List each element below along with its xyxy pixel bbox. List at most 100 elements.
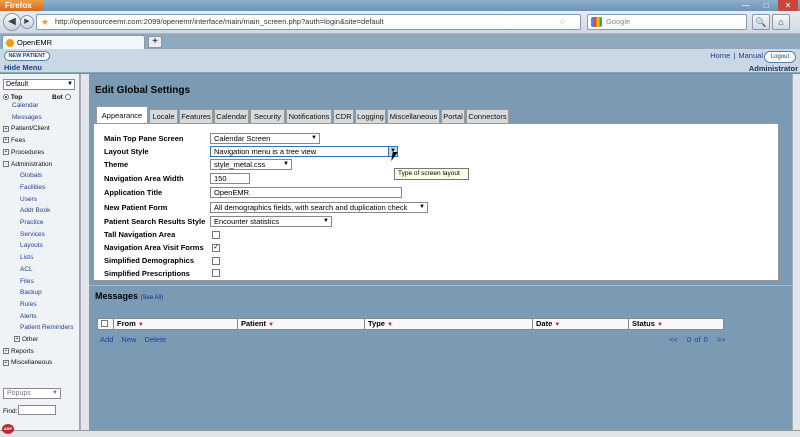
tab-calendar[interactable]: Calendar (214, 109, 249, 123)
expand-icon[interactable]: + (3, 137, 9, 144)
sidebar-item-label: Addr Book (20, 207, 51, 215)
search-results-style-select[interactable]: Encounter statistics ▼ (210, 216, 332, 227)
sidebar-item-users[interactable]: Users (20, 196, 37, 203)
nav-visit-forms-checkbox[interactable]: ✓ (212, 244, 220, 252)
sidebar-item-label: Patient/Client (11, 125, 50, 133)
tab-locale[interactable]: Locale (149, 109, 178, 123)
sidebar-item-procedures[interactable]: + Procedures (3, 149, 44, 156)
back-icon[interactable]: ◀ (3, 13, 21, 31)
minimize-icon[interactable]: — (736, 0, 756, 11)
chevron-down-icon: ▼ (419, 204, 425, 210)
home-link[interactable]: Home (710, 51, 730, 60)
sidebar-item-other[interactable]: + Other (14, 336, 38, 343)
sidebar-item-label: Alerts (20, 312, 37, 320)
sidebar-item-patient-reminders[interactable]: Patient Reminders (20, 324, 73, 331)
sidebar-item-label: Procedures (11, 148, 45, 156)
see-all-link[interactable]: (See All) (141, 295, 164, 301)
search-input[interactable]: Google (587, 14, 747, 30)
browser-tab-openemr[interactable]: OpenEMR (2, 35, 145, 49)
logout-button[interactable]: Logout (764, 51, 796, 63)
search-go-icon[interactable]: 🔍 (752, 14, 770, 30)
bot-frame-radio[interactable] (64, 94, 71, 101)
tab-features[interactable]: Features (179, 109, 213, 123)
col-from[interactable]: From ▼ (114, 319, 238, 329)
tab-miscellaneous[interactable]: Miscellaneous (387, 109, 440, 123)
home-icon[interactable]: ⌂ (772, 14, 790, 30)
sidebar-item-alerts[interactable]: Alerts (20, 313, 37, 320)
sidebar-item-label: Miscellaneous (11, 359, 53, 367)
sidebar-item-facilities[interactable]: Facilities (20, 184, 45, 191)
col-date[interactable]: Date ▼ (533, 319, 629, 329)
manual-link[interactable]: Manual (738, 51, 763, 60)
tab-appearance[interactable]: Appearance (96, 106, 148, 123)
sidebar-item-practice[interactable]: Practice (20, 219, 43, 226)
delete-link[interactable]: Delete (145, 335, 167, 344)
select-all-checkbox[interactable] (101, 320, 108, 327)
bookmark-star-icon[interactable]: ☆ (559, 15, 566, 29)
theme-select[interactable]: style_metal.css ▼ (210, 159, 292, 170)
sidebar-item-fees[interactable]: + Fees (3, 137, 25, 144)
messages-table-header: From ▼ Patient ▼ Type ▼ Date ▼ Status ▼ (97, 318, 724, 330)
adblock-icon[interactable]: ABP (2, 424, 14, 434)
tab-cdr[interactable]: CDR (333, 109, 354, 123)
sidebar-item-patient-client[interactable]: + Patient/Client (3, 125, 50, 132)
tall-nav-checkbox[interactable] (212, 231, 220, 239)
maximize-icon[interactable]: □ (756, 0, 776, 11)
simplified-prescriptions-checkbox[interactable] (212, 269, 220, 277)
sidebar-item-layouts[interactable]: Layouts (20, 242, 43, 249)
sidebar-item-lists[interactable]: Lists (20, 254, 33, 261)
expand-icon[interactable]: + (3, 347, 9, 354)
right-scrollbar[interactable] (792, 74, 800, 430)
expand-icon[interactable]: + (3, 359, 9, 366)
col-type[interactable]: Type ▼ (365, 319, 533, 329)
sidebar-item-messages[interactable]: Messages (12, 114, 42, 121)
forward-icon[interactable]: ▶ (20, 15, 34, 29)
hide-menu-link[interactable]: Hide Menu (4, 63, 42, 72)
app-title-input[interactable]: OpenEMR (210, 187, 402, 198)
sidebar-item-rules[interactable]: Rules (20, 301, 37, 308)
col-status[interactable]: Status ▼ (629, 319, 723, 329)
browser-status-bar (0, 430, 800, 437)
sidebar-item-services[interactable]: Services (20, 231, 45, 238)
tab-logging[interactable]: Logging (355, 109, 386, 123)
popups-select[interactable]: Popups ▼ (3, 388, 61, 399)
nav-width-input[interactable]: 150 (210, 173, 250, 184)
sidebar-item-reports[interactable]: + Reports (3, 348, 34, 355)
messages-title: Messages (See All) (95, 291, 163, 301)
sidebar-item-administration[interactable]: - Administration (3, 161, 52, 168)
col-patient[interactable]: Patient ▼ (238, 319, 365, 329)
main-top-pane-select[interactable]: Calendar Screen ▼ (210, 133, 320, 144)
left-scrollbar[interactable] (80, 74, 89, 430)
sidebar-item-miscellaneous[interactable]: + Miscellaneous (3, 359, 52, 366)
collapse-icon[interactable]: - (3, 160, 9, 167)
layout-style-select[interactable]: Navigation menu is a tree view ▼ (210, 146, 398, 157)
expand-icon[interactable]: + (14, 336, 20, 343)
new-patient-form-select[interactable]: All demographics fields, with search and… (210, 202, 428, 213)
url-bar[interactable]: ★ http://opensourceemr.com:2099/openemr/… (36, 14, 581, 30)
tab-security[interactable]: Security (250, 109, 285, 123)
new-patient-button[interactable]: NEW PATIENT (4, 51, 50, 61)
top-frame-radio[interactable] (3, 94, 9, 101)
sidebar-item-label: Layouts (20, 242, 43, 250)
page-title: Edit Global Settings (95, 85, 191, 96)
tab-portal[interactable]: Portal (441, 109, 465, 123)
nav-layout-select[interactable]: Default ▼ (3, 79, 75, 90)
expand-icon[interactable]: + (3, 125, 9, 132)
tab-connectors[interactable]: Connectors (466, 109, 509, 123)
sidebar-item-addr-book[interactable]: Addr Book (20, 207, 50, 214)
message-pager[interactable]: << 0 of 0 >> (669, 335, 726, 344)
sidebar-item-globals[interactable]: Globals (20, 172, 42, 179)
sidebar-item-label: Fees (11, 137, 26, 145)
sidebar-item-backup[interactable]: Backup (20, 289, 42, 296)
tab-notifications[interactable]: Notifications (286, 109, 332, 123)
firefox-menu-button[interactable]: Firefox (0, 0, 44, 11)
sidebar-item-files[interactable]: Files (20, 278, 34, 285)
close-icon[interactable]: ✕ (778, 0, 798, 11)
new-tab-button[interactable]: + (148, 36, 162, 48)
find-input[interactable] (18, 405, 56, 415)
expand-icon[interactable]: + (3, 149, 9, 156)
add-new-link[interactable]: Add New (100, 335, 136, 344)
sidebar-item-calendar[interactable]: Calendar (12, 102, 38, 109)
sidebar-item-acl[interactable]: ACL (20, 266, 33, 273)
simplified-demographics-checkbox[interactable] (212, 257, 220, 265)
